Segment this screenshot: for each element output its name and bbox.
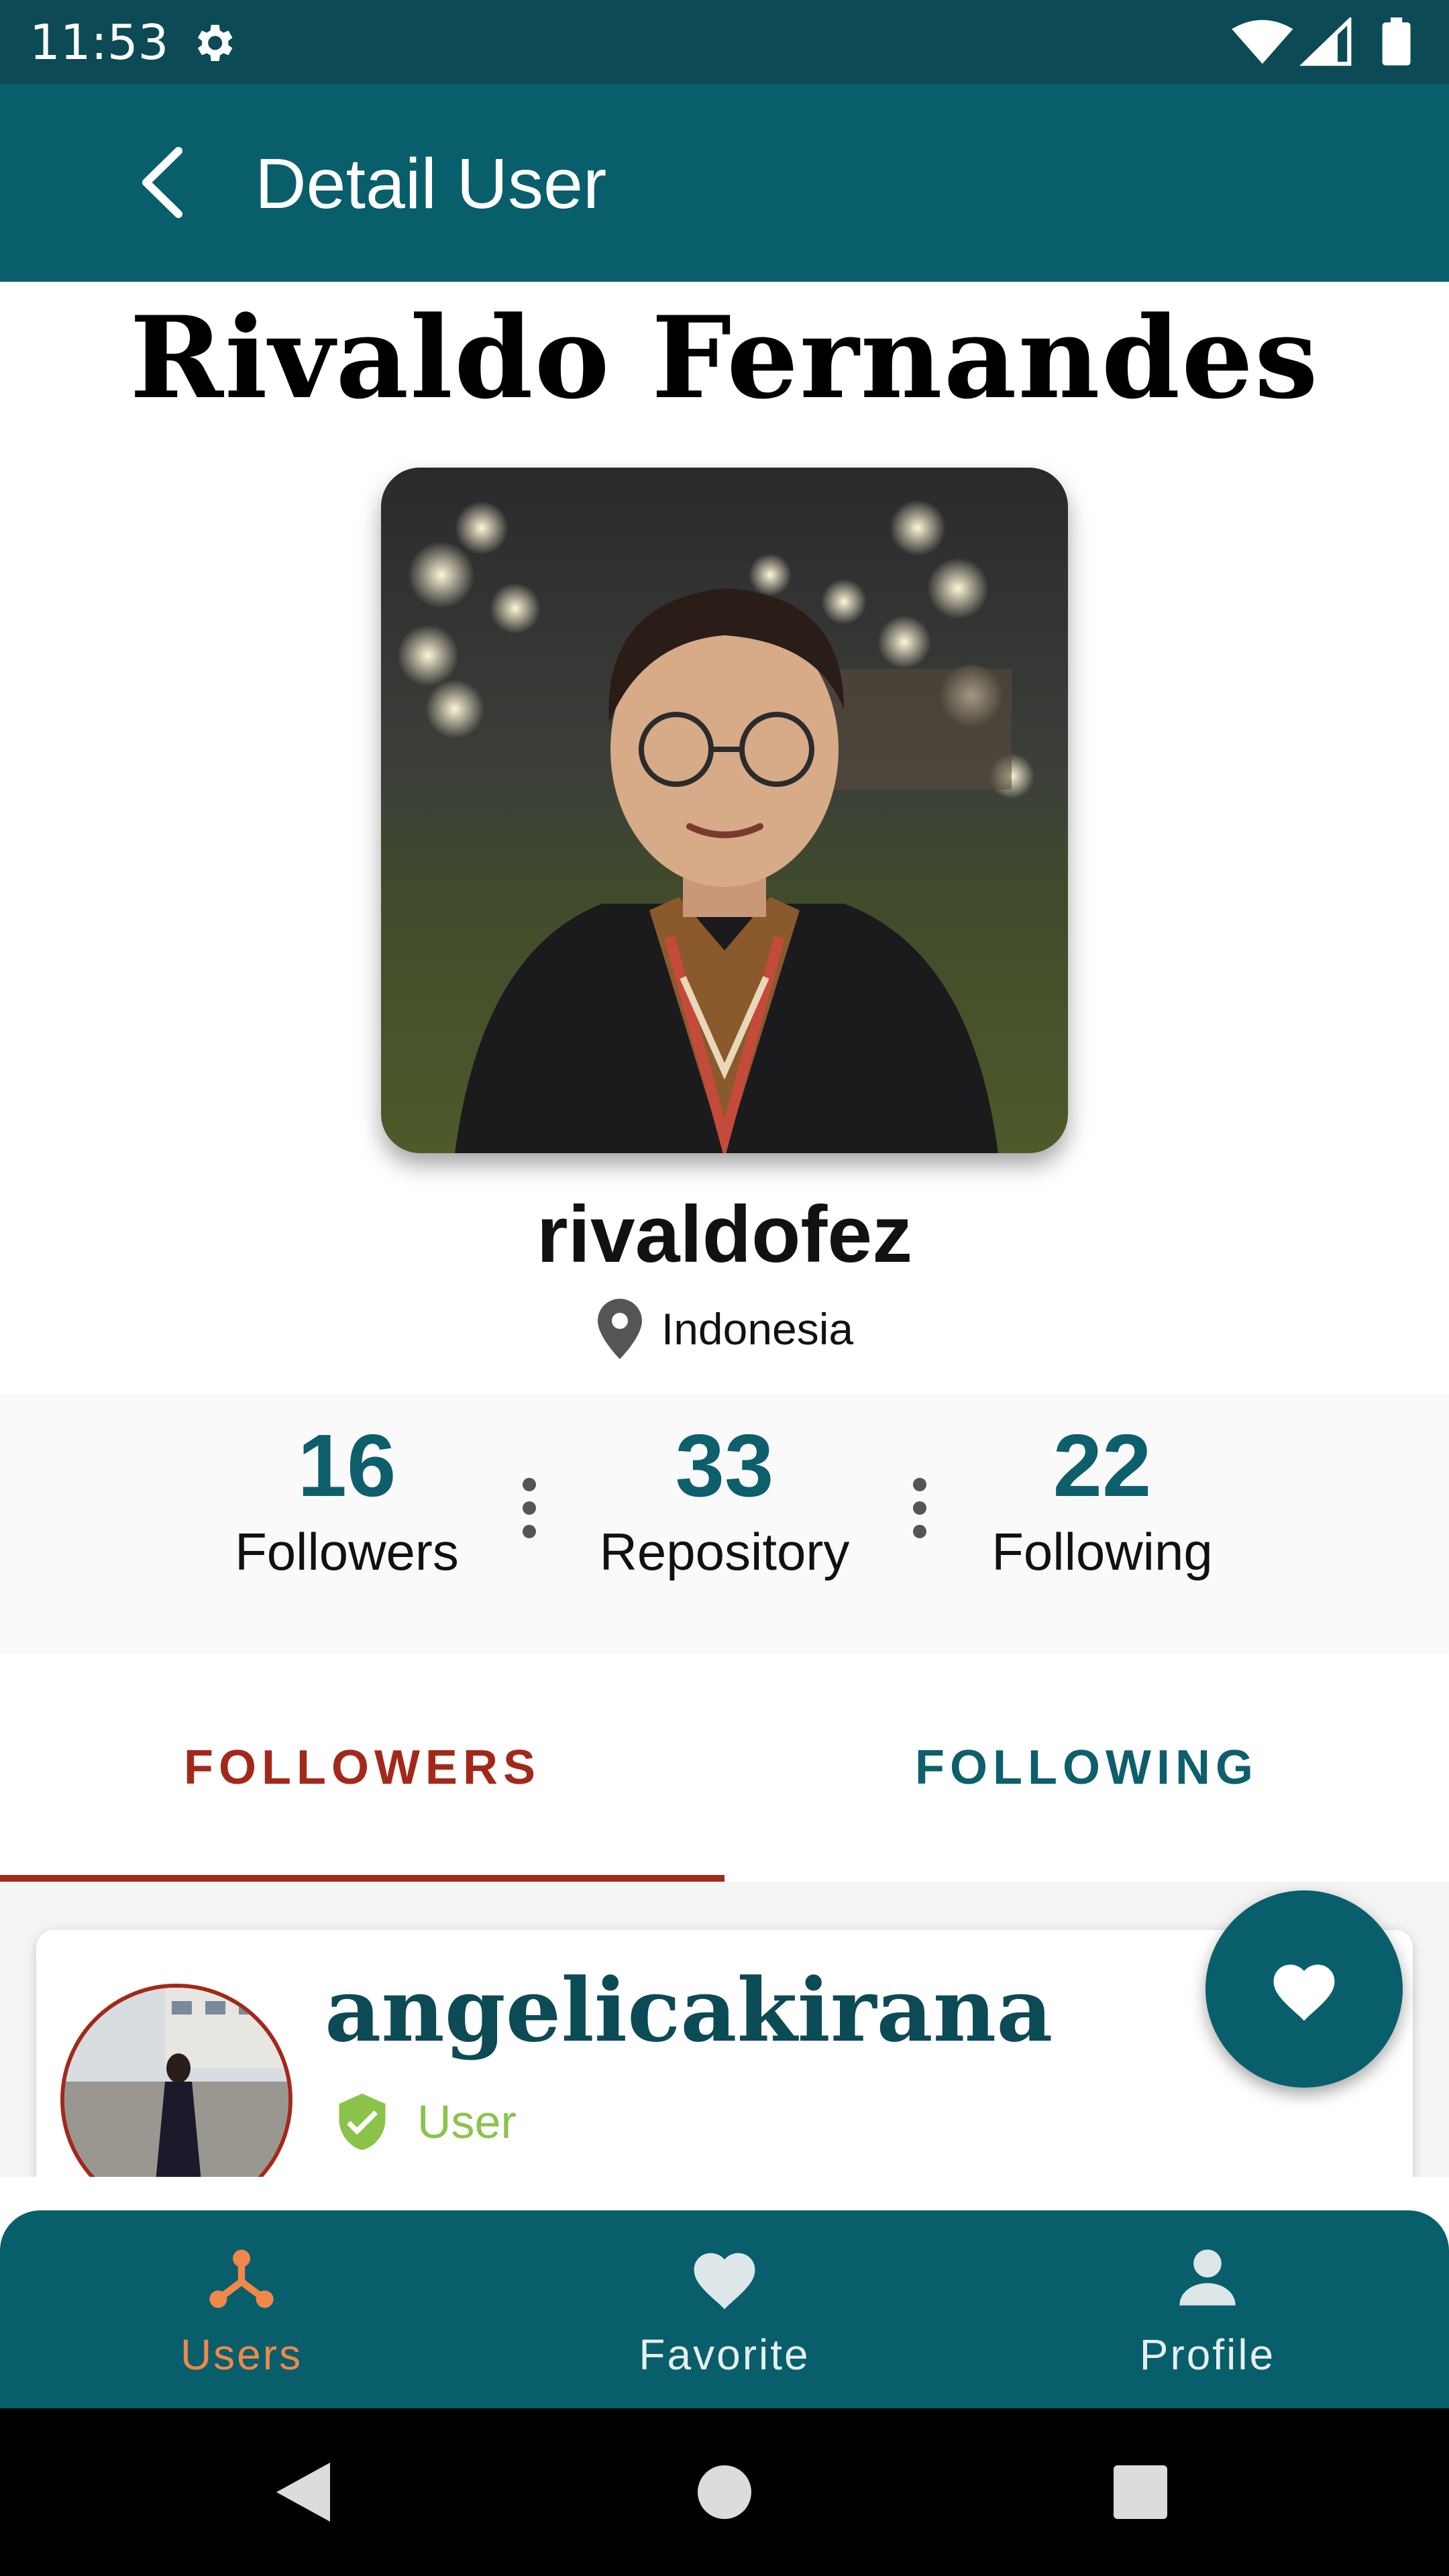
tab-following[interactable]: FOLLOWING — [724, 1654, 1449, 1882]
followers-label: Followers — [235, 1522, 459, 1581]
nav-favorite-label: Favorite — [639, 2330, 810, 2379]
back-button[interactable] — [121, 142, 203, 223]
nav-profile[interactable]: Profile — [966, 2210, 1449, 2408]
status-icons — [1232, 17, 1411, 66]
location-pin-icon — [597, 1299, 642, 1359]
bottom-navigation: Users Favorite Profile — [0, 2210, 1449, 2408]
triangle-back-icon — [276, 2463, 330, 2522]
nav-favorite[interactable]: Favorite — [483, 2210, 966, 2408]
verified-shield-icon — [339, 2093, 386, 2151]
nav-users[interactable]: Users — [0, 2210, 483, 2408]
tab-bar: FOLLOWERS FOLLOWING — [0, 1654, 1449, 1882]
list-item[interactable]: angelicakirana User — [36, 1930, 1413, 2177]
profile-photo — [381, 468, 1068, 1153]
stats-panel: 16 Followers 33 Repository 22 Following — [0, 1395, 1449, 1654]
stat-divider-dots — [523, 1478, 536, 1538]
system-navigation-bar — [0, 2408, 1449, 2576]
profile-location: Indonesia — [0, 1298, 1449, 1360]
profile-avatar — [381, 468, 1068, 1153]
tab-followers[interactable]: FOLLOWERS — [0, 1654, 724, 1882]
heart-icon — [1273, 1964, 1335, 2021]
favorite-fab[interactable] — [1205, 1890, 1403, 2088]
nav-profile-label: Profile — [1139, 2330, 1276, 2379]
system-back-button[interactable] — [266, 2455, 339, 2529]
following-label: Following — [991, 1522, 1213, 1581]
users-icon — [209, 2249, 274, 2308]
follower-avatar — [60, 1984, 292, 2177]
system-home-button[interactable] — [688, 2455, 761, 2529]
tab-indicator — [0, 1875, 724, 1882]
heart-icon — [694, 2253, 755, 2310]
profile-display-name: Rivaldo Fernandes — [129, 291, 1320, 424]
app-bar: Detail User — [0, 84, 1449, 282]
battery-icon — [1382, 17, 1411, 66]
follower-type: User — [331, 2091, 517, 2153]
followers-count: 16 — [297, 1416, 396, 1515]
signal-icon — [1299, 17, 1352, 66]
following-count: 22 — [1053, 1416, 1152, 1515]
arrow-back-icon — [142, 147, 182, 218]
nav-users-label: Users — [180, 2330, 303, 2379]
wifi-icon — [1232, 19, 1293, 64]
stat-followers: 16 Followers — [196, 1419, 498, 1584]
stat-divider-dots — [913, 1478, 926, 1538]
person-icon — [1179, 2249, 1236, 2306]
location-text: Indonesia — [661, 1304, 854, 1354]
page-title: Detail User — [255, 144, 607, 223]
repository-label: Repository — [599, 1522, 850, 1581]
gear-icon — [197, 25, 233, 61]
follower-login: angelicakirana — [325, 1959, 1053, 2061]
follower-type-label: User — [417, 2096, 517, 2148]
stat-repository: 33 Repository — [574, 1419, 875, 1584]
status-bar: 11:53 — [0, 0, 1449, 84]
system-recents-button[interactable] — [1104, 2455, 1177, 2529]
status-time: 11:53 — [30, 14, 169, 70]
square-recents-icon — [1114, 2465, 1167, 2519]
circle-home-icon — [698, 2465, 751, 2519]
stat-following: 22 Following — [951, 1419, 1253, 1584]
repository-count: 33 — [675, 1416, 774, 1515]
profile-username: rivaldofez — [536, 1189, 913, 1279]
